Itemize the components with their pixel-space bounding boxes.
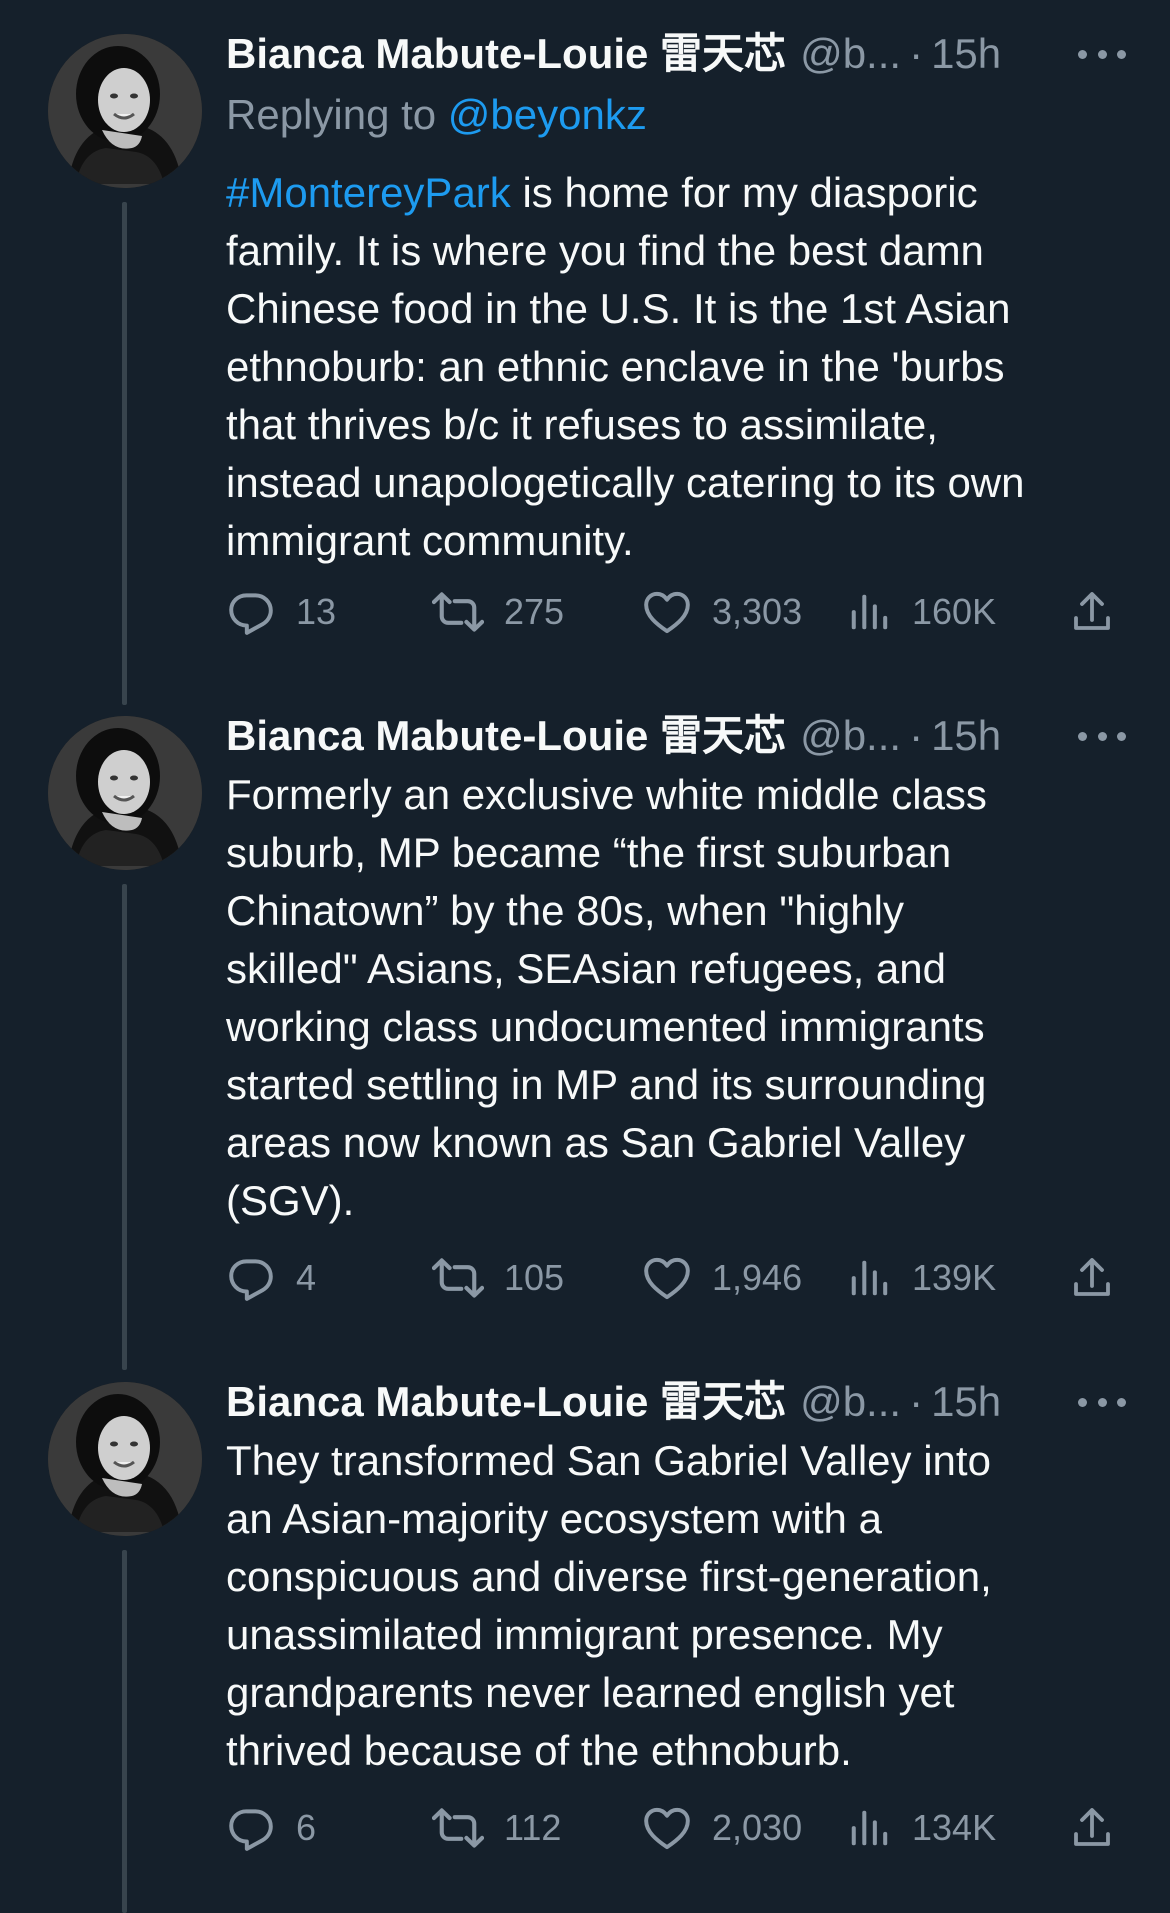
retweet-button[interactable]: 112: [432, 1798, 561, 1858]
mention-link[interactable]: @beyonkz: [448, 91, 647, 138]
tweet-text: #MontereyPark is home for my diasporic f…: [226, 164, 1126, 570]
views-count: 160K: [912, 591, 997, 632]
author-name[interactable]: Bianca Mabute-Louie 雷天芯: [226, 706, 786, 766]
reply-button[interactable]: 13: [226, 582, 336, 642]
separator-dot: ·: [909, 1378, 924, 1425]
reply-icon: [226, 587, 276, 637]
retweet-count: 105: [504, 1257, 565, 1298]
author-name[interactable]: Bianca Mabute-Louie 雷天芯: [226, 24, 786, 84]
tweet-header: Bianca Mabute-Louie 雷天芯 @b... · 15h: [226, 706, 1126, 766]
like-count: 3,303: [712, 591, 803, 632]
reply-count: 6: [296, 1807, 317, 1848]
action-bar: 13 275 3,303 160K: [226, 582, 1126, 642]
reply-icon: [226, 1803, 276, 1853]
tweet-text: Formerly an exclusive white middle class…: [226, 771, 987, 1224]
share-icon: [1068, 1804, 1116, 1852]
tweet-header: Bianca Mabute-Louie 雷天芯 @b... · 15h: [226, 1372, 1126, 1432]
share-button[interactable]: [1068, 1248, 1116, 1308]
action-bar: 6 112 2,030 134K: [226, 1798, 1126, 1858]
share-button[interactable]: [1068, 1798, 1116, 1858]
reply-count: 13: [296, 591, 337, 632]
author-handle[interactable]: @b...: [800, 24, 901, 84]
thread-line: [122, 202, 127, 705]
retweet-count: 112: [504, 1807, 562, 1848]
action-bar: 4 105 1,946 139K: [226, 1248, 1126, 1308]
share-icon: [1068, 588, 1116, 636]
tweet-header: Bianca Mabute-Louie 雷天芯 @b... · 15h: [226, 24, 1126, 84]
thread-line: [122, 884, 127, 1370]
like-icon: [642, 1253, 692, 1303]
reply-button[interactable]: 4: [226, 1248, 316, 1308]
reply-button[interactable]: 6: [226, 1798, 316, 1858]
timestamp[interactable]: 15h: [931, 24, 1001, 84]
reply-count: 4: [296, 1257, 317, 1298]
retweet-button[interactable]: 275: [432, 582, 564, 642]
more-icon[interactable]: [1078, 728, 1126, 744]
like-button[interactable]: 1,946: [642, 1248, 802, 1308]
tweet-body: is home for my diasporic family. It is w…: [226, 169, 1025, 564]
avatar[interactable]: [48, 34, 202, 188]
retweet-icon: [432, 586, 484, 638]
author-handle[interactable]: @b...: [800, 1372, 901, 1432]
views-count: 139K: [912, 1257, 997, 1298]
author-handle[interactable]: @b...: [800, 706, 901, 766]
timestamp[interactable]: 15h: [931, 706, 1001, 766]
retweet-icon: [432, 1802, 484, 1854]
share-button[interactable]: [1068, 582, 1116, 642]
hashtag-link[interactable]: #MontereyPark: [226, 169, 511, 216]
views-icon: [846, 589, 892, 635]
views-icon: [846, 1805, 892, 1851]
thread-line: [122, 1550, 127, 1913]
replying-to: Replying to @beyonkz: [226, 86, 1126, 144]
timestamp[interactable]: 15h: [931, 1372, 1001, 1432]
retweet-icon: [432, 1252, 484, 1304]
views-icon: [846, 1255, 892, 1301]
retweet-button[interactable]: 105: [432, 1248, 564, 1308]
reply-icon: [226, 1253, 276, 1303]
share-icon: [1068, 1254, 1116, 1302]
like-icon: [642, 1803, 692, 1853]
views-button[interactable]: 134K: [846, 1798, 996, 1858]
views-button[interactable]: 139K: [846, 1248, 996, 1308]
more-icon[interactable]: [1078, 1394, 1126, 1410]
more-icon[interactable]: [1078, 46, 1126, 62]
avatar[interactable]: [48, 716, 202, 870]
like-icon: [642, 587, 692, 637]
like-button[interactable]: 3,303: [642, 582, 802, 642]
replying-prefix: Replying to: [226, 91, 448, 138]
separator-dot: ·: [909, 712, 924, 759]
views-count: 134K: [912, 1807, 997, 1848]
tweet-text: They transformed San Gabriel Valley into…: [226, 1437, 992, 1774]
like-count: 1,946: [712, 1257, 803, 1298]
like-count: 2,030: [712, 1807, 803, 1848]
separator-dot: ·: [909, 30, 924, 77]
retweet-count: 275: [504, 591, 565, 632]
avatar[interactable]: [48, 1382, 202, 1536]
author-name[interactable]: Bianca Mabute-Louie 雷天芯: [226, 1372, 786, 1432]
views-button[interactable]: 160K: [846, 582, 996, 642]
like-button[interactable]: 2,030: [642, 1798, 802, 1858]
